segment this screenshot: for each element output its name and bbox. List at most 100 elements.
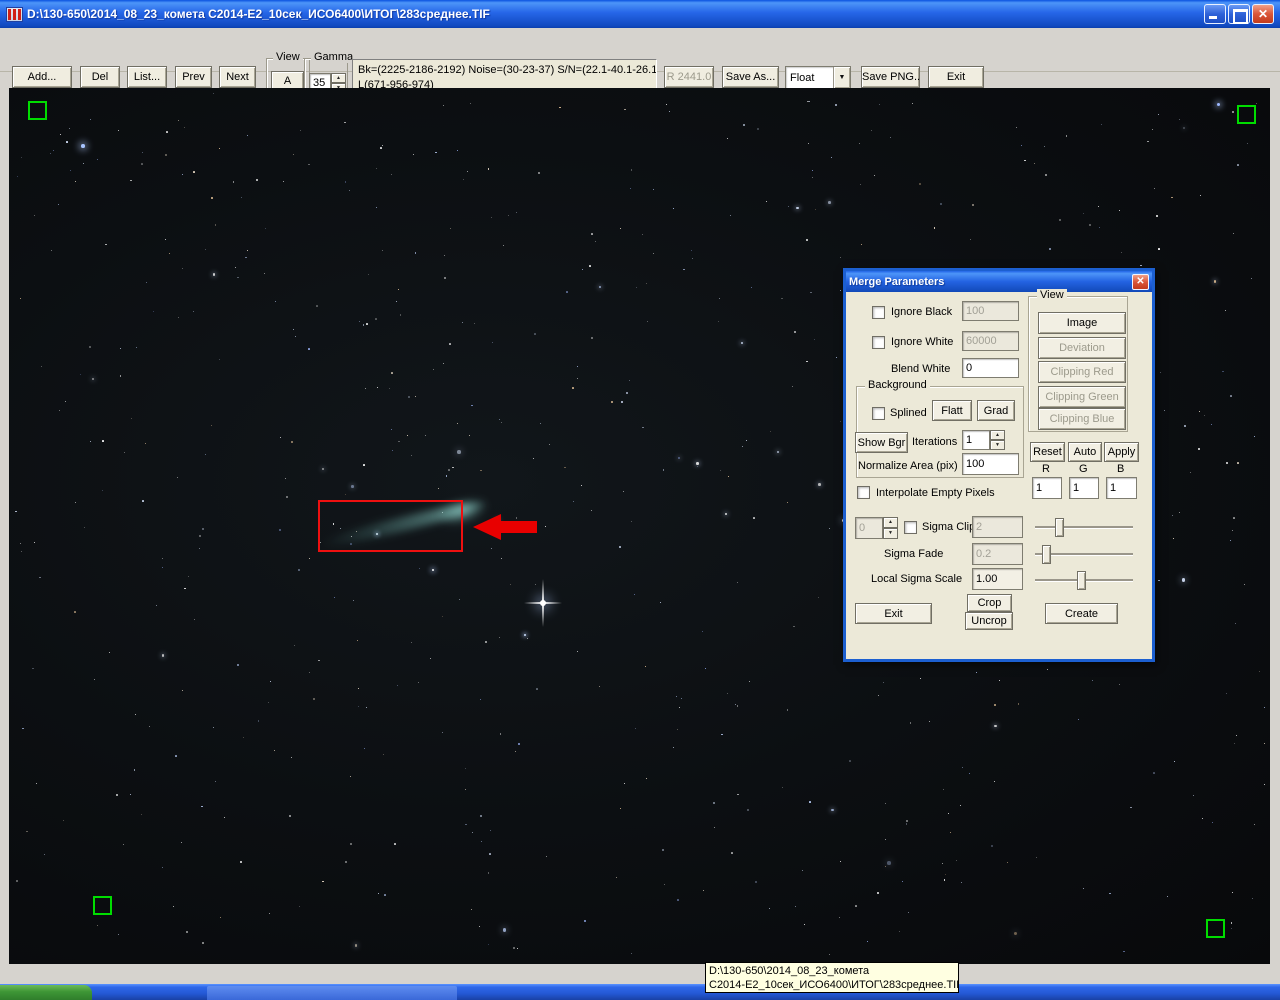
star	[471, 405, 473, 407]
close-icon[interactable]	[1252, 4, 1274, 24]
star	[193, 311, 194, 312]
spin-up-icon[interactable]: ▲	[331, 73, 346, 83]
ignore-white-checkbox[interactable]	[872, 336, 885, 349]
star	[753, 517, 755, 519]
taskbar[interactable]	[0, 984, 1280, 1000]
minimize-icon[interactable]	[1204, 4, 1226, 24]
green-corner-marker	[1237, 105, 1256, 124]
dialog-titlebar[interactable]: Merge Parameters ✕	[846, 271, 1152, 292]
star	[653, 253, 654, 254]
star	[720, 470, 721, 471]
create-button[interactable]: Create	[1045, 603, 1118, 624]
star	[358, 706, 359, 707]
star	[994, 725, 997, 728]
show-bgr-button[interactable]: Show Bgr	[855, 432, 908, 453]
sigma-clip-slider-thumb[interactable]	[1055, 518, 1064, 537]
star	[581, 485, 582, 486]
r-input[interactable]	[1032, 477, 1062, 499]
taskbar-button[interactable]	[207, 986, 457, 1000]
next-button[interactable]: Next	[219, 66, 256, 88]
iterations-label: Iterations	[912, 436, 957, 448]
iterations-input[interactable]	[962, 430, 990, 450]
spin-up-icon[interactable]: ▲	[990, 430, 1005, 440]
star	[173, 906, 175, 908]
star	[920, 678, 921, 679]
star	[219, 148, 220, 149]
normalize-area-input[interactable]	[962, 453, 1019, 475]
format-select[interactable]: Float ▼	[785, 66, 851, 89]
grad-button[interactable]: Grad	[977, 400, 1015, 421]
apply-button[interactable]: Apply	[1104, 442, 1139, 462]
star	[415, 396, 416, 397]
spin-down-icon[interactable]: ▼	[990, 440, 1005, 450]
filename-tooltip: D:\130-650\2014_08_23_комета C2014-E2_10…	[705, 962, 959, 993]
add-button[interactable]: Add...	[12, 66, 72, 88]
exit-button[interactable]: Exit	[928, 66, 984, 88]
star	[1233, 517, 1235, 519]
star	[679, 707, 680, 708]
reset-button[interactable]: Reset	[1030, 442, 1065, 462]
crop-button[interactable]: Crop	[967, 594, 1012, 612]
star	[1034, 163, 1035, 164]
chevron-down-icon[interactable]: ▼	[833, 67, 850, 88]
star	[92, 378, 95, 381]
star	[1212, 822, 1213, 823]
format-value: Float	[786, 72, 833, 84]
star	[591, 233, 593, 235]
dialog-exit-button[interactable]: Exit	[855, 603, 932, 624]
star	[599, 286, 602, 289]
save-as-button[interactable]: Save As...	[722, 66, 779, 88]
star	[289, 815, 291, 817]
b-input[interactable]	[1106, 477, 1137, 499]
sigma-clip-checkbox[interactable]	[904, 521, 917, 534]
bright-star	[524, 634, 526, 636]
star	[355, 944, 358, 947]
save-png-button[interactable]: Save PNG...	[861, 66, 920, 88]
star	[835, 104, 837, 106]
sigma-fade-slider-thumb[interactable]	[1042, 545, 1051, 564]
local-sigma-scale-input[interactable]	[972, 568, 1023, 590]
star	[89, 346, 91, 348]
dialog-close-icon[interactable]: ✕	[1132, 274, 1149, 290]
ignore-black-checkbox[interactable]	[872, 306, 885, 319]
star	[120, 348, 121, 349]
star	[549, 444, 550, 445]
g-input[interactable]	[1069, 477, 1099, 499]
star	[516, 212, 517, 213]
star	[20, 543, 21, 544]
star	[887, 861, 891, 865]
list-button[interactable]: List...	[127, 66, 167, 88]
interpolate-checkbox[interactable]	[857, 486, 870, 499]
star	[32, 668, 34, 670]
sigma-clip-slider[interactable]	[1035, 526, 1133, 529]
star	[291, 757, 292, 758]
star	[503, 245, 505, 247]
star	[21, 157, 22, 158]
del-button[interactable]: Del	[80, 66, 120, 88]
star	[51, 250, 52, 251]
prev-button[interactable]: Prev	[175, 66, 212, 88]
blend-white-input[interactable]	[962, 358, 1019, 378]
star	[300, 130, 301, 131]
star	[1254, 824, 1255, 825]
star	[591, 337, 593, 339]
star	[1182, 578, 1186, 582]
star	[944, 879, 946, 881]
star	[1214, 280, 1217, 283]
local-sigma-slider-thumb[interactable]	[1077, 571, 1086, 590]
star	[391, 429, 392, 430]
star	[1152, 129, 1153, 130]
view-image-button[interactable]: Image	[1038, 312, 1126, 334]
window-titlebar[interactable]: D:\130-650\2014_08_23_комета C2014-E2_10…	[0, 0, 1280, 28]
uncrop-button[interactable]: Uncrop	[965, 612, 1013, 630]
maximize-icon[interactable]	[1228, 4, 1250, 24]
iterations-spinner[interactable]: ▲▼	[990, 430, 1005, 450]
auto-button[interactable]: Auto	[1068, 442, 1102, 462]
splined-checkbox[interactable]	[872, 407, 885, 420]
star	[142, 152, 143, 153]
start-button[interactable]	[0, 985, 92, 1000]
star	[419, 568, 420, 569]
star	[309, 558, 310, 559]
flatt-button[interactable]: Flatt	[932, 400, 972, 421]
star	[1130, 807, 1132, 809]
